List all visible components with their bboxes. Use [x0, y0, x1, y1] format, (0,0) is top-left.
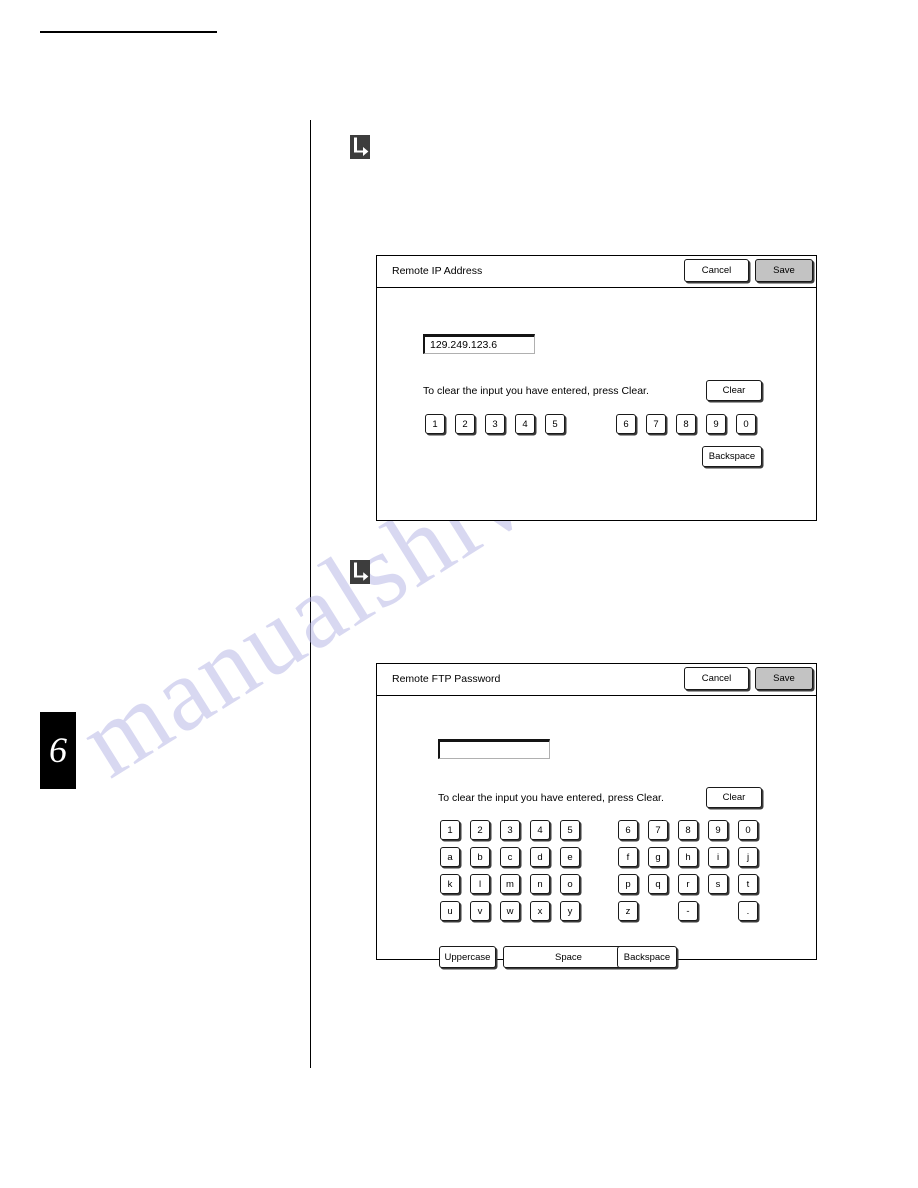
save-button[interactable]: Save	[755, 667, 813, 690]
dialog-titlebar: Remote FTP Password Cancel Save	[377, 664, 816, 696]
key-2[interactable]: 2	[470, 820, 490, 840]
header-rule	[40, 31, 217, 33]
key-d[interactable]: d	[530, 847, 550, 867]
key-7[interactable]: 7	[646, 414, 666, 434]
backspace-button[interactable]: Backspace	[702, 446, 762, 467]
dialog-remote-ip-address: Remote IP Address Cancel Save 129.249.12…	[376, 255, 817, 521]
key-0[interactable]: 0	[736, 414, 756, 434]
key-g[interactable]: g	[648, 847, 668, 867]
key-period[interactable]: .	[738, 901, 758, 921]
key-3[interactable]: 3	[500, 820, 520, 840]
key-s[interactable]: s	[708, 874, 728, 894]
key-o[interactable]: o	[560, 874, 580, 894]
backspace-button[interactable]: Backspace	[617, 946, 677, 968]
key-f[interactable]: f	[618, 847, 638, 867]
key-z[interactable]: z	[618, 901, 638, 921]
key-6[interactable]: 6	[618, 820, 638, 840]
key-0[interactable]: 0	[738, 820, 758, 840]
column-divider-rule	[310, 120, 311, 1068]
key-q[interactable]: q	[648, 874, 668, 894]
key-p[interactable]: p	[618, 874, 638, 894]
ip-address-input[interactable]: 129.249.123.6	[423, 334, 535, 354]
key-r[interactable]: r	[678, 874, 698, 894]
key-8[interactable]: 8	[678, 820, 698, 840]
key-h[interactable]: h	[678, 847, 698, 867]
key-9[interactable]: 9	[708, 820, 728, 840]
key-7[interactable]: 7	[648, 820, 668, 840]
key-k[interactable]: k	[440, 874, 460, 894]
key-u[interactable]: u	[440, 901, 460, 921]
key-j[interactable]: j	[738, 847, 758, 867]
dialog-title: Remote IP Address	[392, 265, 483, 277]
key-5[interactable]: 5	[545, 414, 565, 434]
key-c[interactable]: c	[500, 847, 520, 867]
key-v[interactable]: v	[470, 901, 490, 921]
dialog-title: Remote FTP Password	[392, 673, 501, 685]
key-y[interactable]: y	[560, 901, 580, 921]
save-button[interactable]: Save	[755, 259, 813, 282]
chapter-tab: 6	[40, 712, 76, 789]
key-a[interactable]: a	[440, 847, 460, 867]
clear-hint-text: To clear the input you have entered, pre…	[423, 385, 649, 397]
key-t[interactable]: t	[738, 874, 758, 894]
key-9[interactable]: 9	[706, 414, 726, 434]
key-b[interactable]: b	[470, 847, 490, 867]
cancel-button[interactable]: Cancel	[684, 259, 749, 282]
key-w[interactable]: w	[500, 901, 520, 921]
key-hyphen[interactable]: -	[678, 901, 698, 921]
key-6[interactable]: 6	[616, 414, 636, 434]
key-3[interactable]: 3	[485, 414, 505, 434]
return-arrow-icon	[349, 134, 371, 160]
clear-button[interactable]: Clear	[706, 380, 762, 401]
key-e[interactable]: e	[560, 847, 580, 867]
clear-hint-text: To clear the input you have entered, pre…	[438, 792, 664, 804]
key-4[interactable]: 4	[530, 820, 550, 840]
key-4[interactable]: 4	[515, 414, 535, 434]
space-button[interactable]: Space	[503, 946, 634, 968]
key-i[interactable]: i	[708, 847, 728, 867]
key-5[interactable]: 5	[560, 820, 580, 840]
ftp-password-input[interactable]	[438, 739, 550, 759]
key-l[interactable]: l	[470, 874, 490, 894]
cancel-button[interactable]: Cancel	[684, 667, 749, 690]
return-arrow-icon	[349, 559, 371, 585]
key-x[interactable]: x	[530, 901, 550, 921]
dialog-titlebar: Remote IP Address Cancel Save	[377, 256, 816, 288]
key-n[interactable]: n	[530, 874, 550, 894]
key-1[interactable]: 1	[425, 414, 445, 434]
key-2[interactable]: 2	[455, 414, 475, 434]
dialog-remote-ftp-password: Remote FTP Password Cancel Save To clear…	[376, 663, 817, 968]
key-8[interactable]: 8	[676, 414, 696, 434]
clear-button[interactable]: Clear	[706, 787, 762, 808]
watermark: manualshive.com	[0, 0, 918, 1188]
key-m[interactable]: m	[500, 874, 520, 894]
uppercase-button[interactable]: Uppercase	[439, 946, 496, 968]
key-1[interactable]: 1	[440, 820, 460, 840]
